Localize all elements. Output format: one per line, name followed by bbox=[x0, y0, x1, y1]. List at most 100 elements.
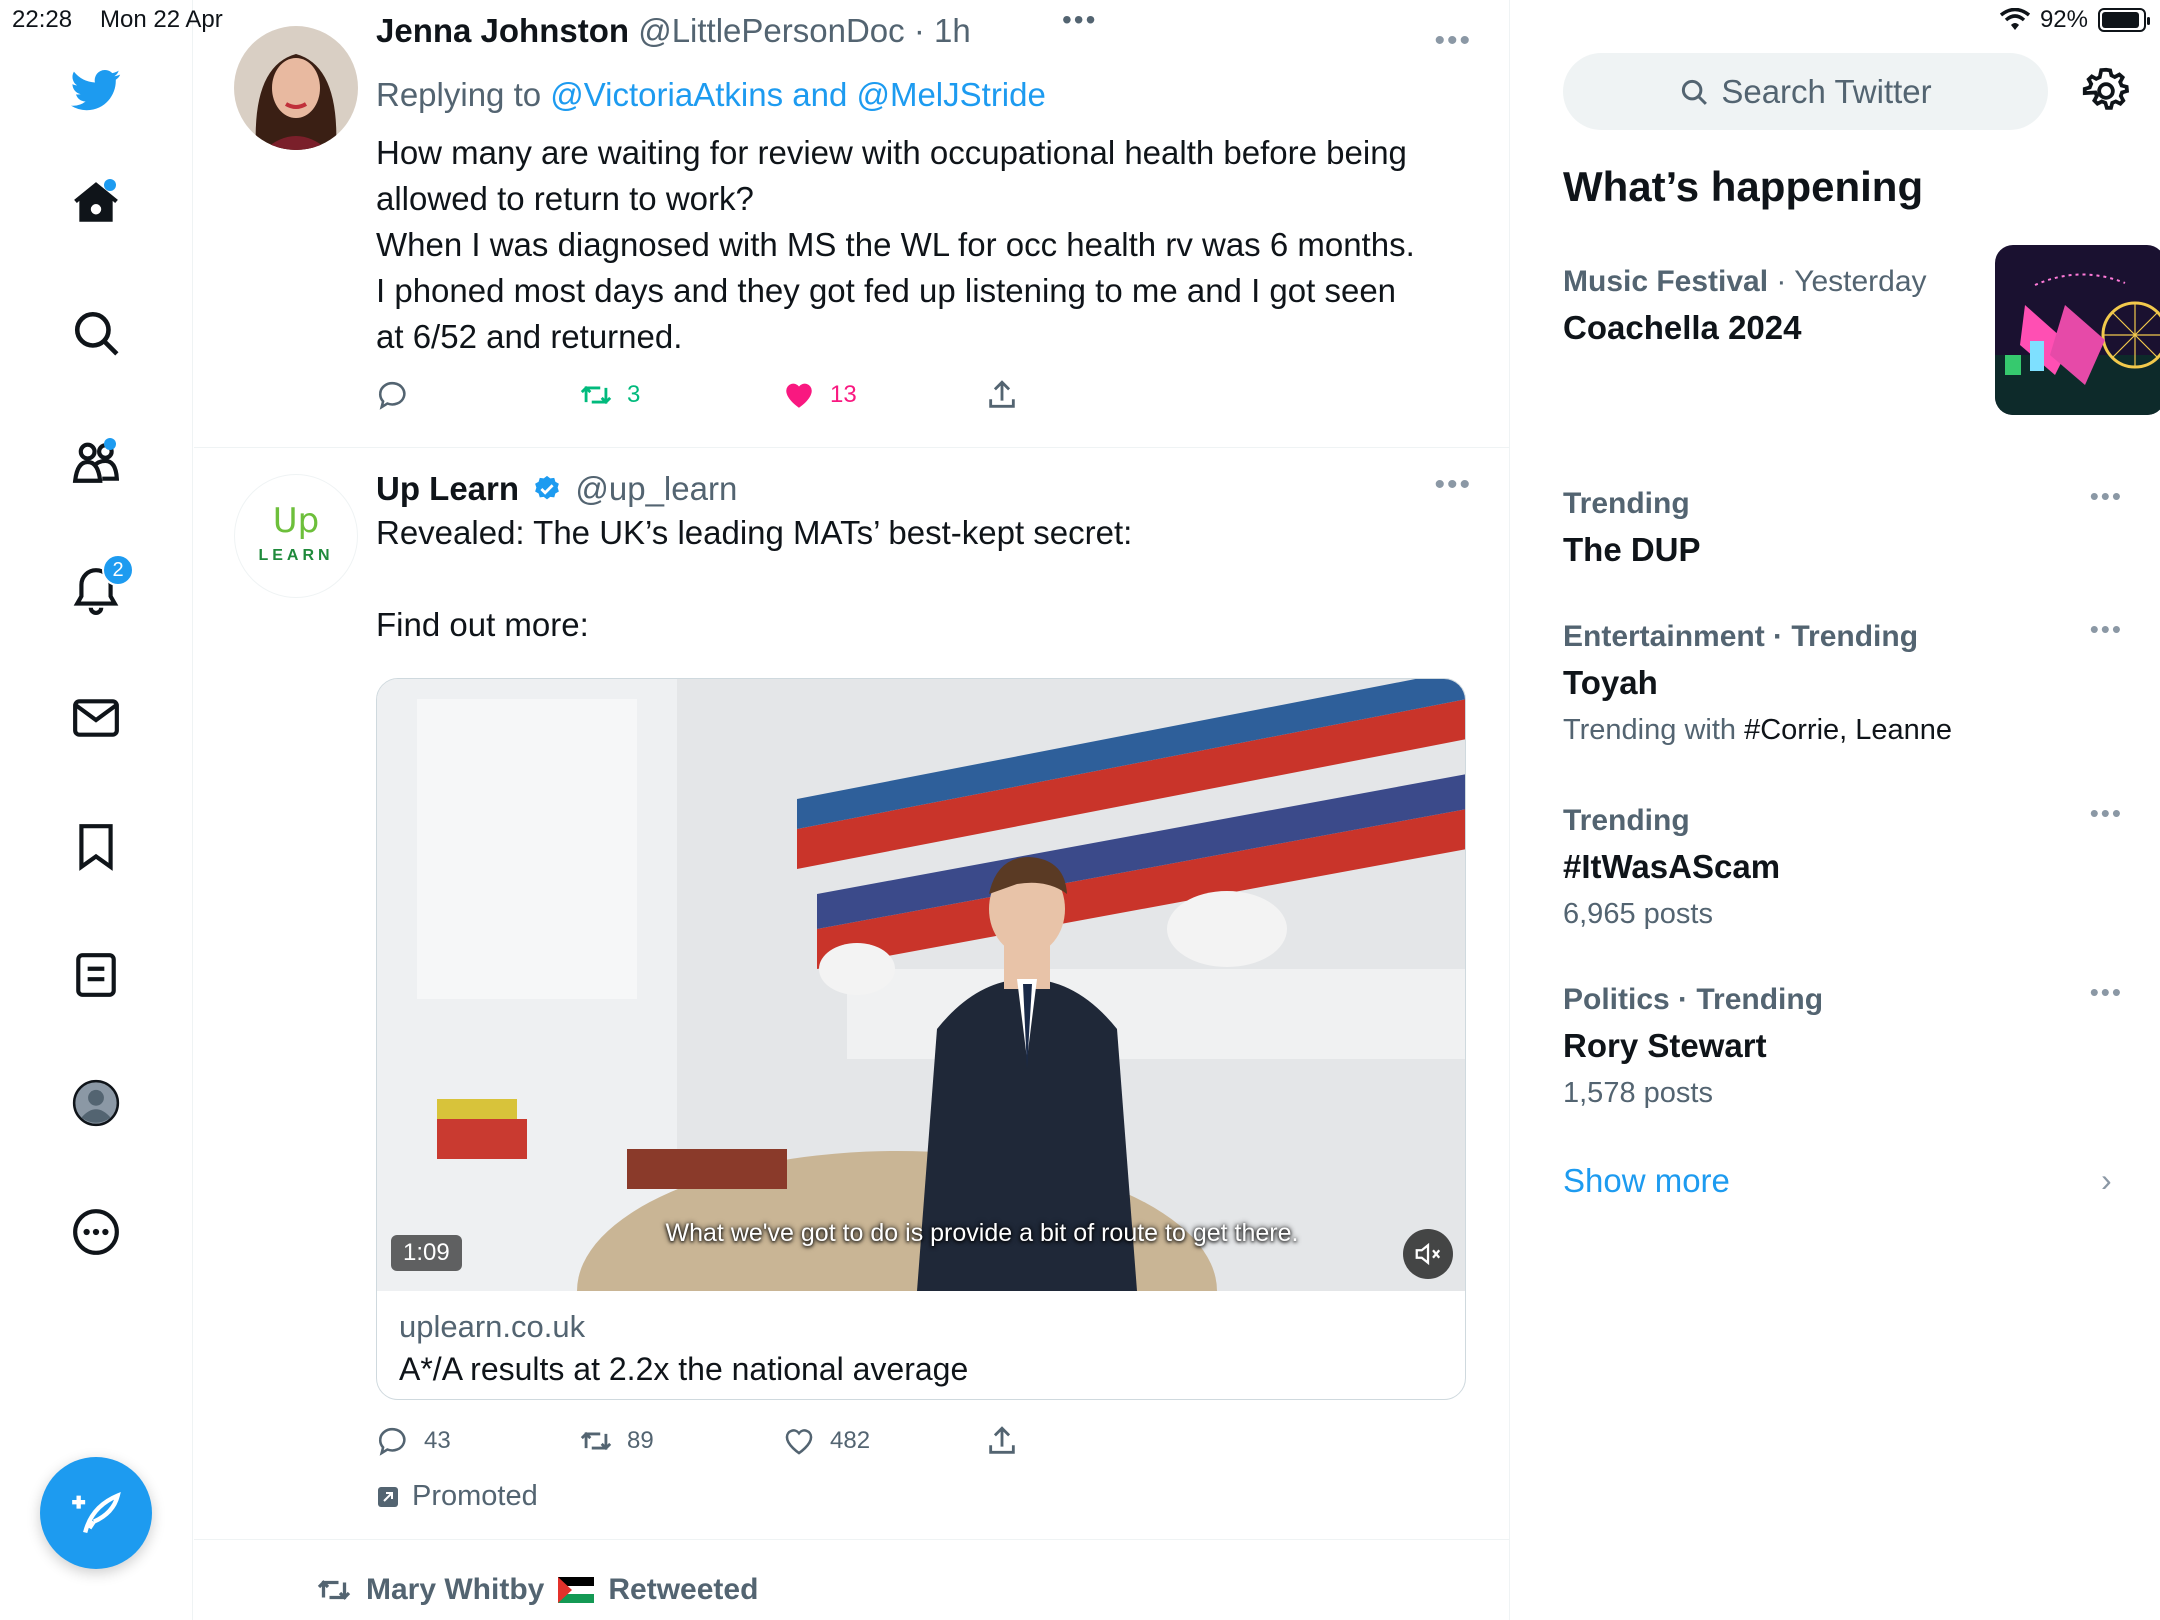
mute-button[interactable] bbox=[1403, 1229, 1453, 1279]
reply-button[interactable] bbox=[376, 378, 579, 412]
like-button[interactable]: 482 bbox=[782, 1424, 985, 1458]
notifications-badge: 2 bbox=[102, 554, 134, 586]
like-count: 482 bbox=[830, 1427, 871, 1454]
trend-category: Trending bbox=[1563, 487, 1690, 520]
tweet-text-line: When I was diagnosed with MS the WL for … bbox=[376, 226, 1415, 263]
trend-item[interactable]: Entertainment · Trending Toyah Trending … bbox=[1563, 614, 2123, 747]
tweet-up-learn[interactable]: Up LEARN Up Learn @up_learn Revealed: Th… bbox=[194, 448, 1509, 1540]
sidebar: 2 bbox=[0, 0, 193, 1620]
status-date: Mon 22 Apr bbox=[100, 6, 223, 33]
tweet-text-line: I phoned most days and they got fed up l… bbox=[376, 272, 1397, 309]
retweeted-label: Retweeted bbox=[608, 1573, 759, 1606]
replying-to-users[interactable]: @VictoriaAtkins and @MelJStride bbox=[550, 76, 1046, 113]
video-caption: What we've got to do is provide a bit of… bbox=[665, 1219, 1299, 1247]
reply-button[interactable]: 43 bbox=[376, 1424, 579, 1458]
chevron-right-icon[interactable]: › bbox=[2101, 1162, 2112, 1199]
author-handle[interactable]: @up_learn bbox=[575, 470, 737, 507]
search-placeholder: Search Twitter bbox=[1721, 72, 1932, 110]
tweet-actions: 43 89 482 bbox=[376, 1424, 1188, 1458]
trend-more-icon[interactable]: ••• bbox=[2090, 481, 2123, 512]
settings-gear-icon[interactable] bbox=[2081, 66, 2131, 116]
avatar-logo-bottom: LEARN bbox=[258, 547, 334, 564]
tweet-header: Up Learn @up_learn bbox=[376, 470, 1466, 508]
multitasking-dots-icon[interactable]: ••• bbox=[1062, 4, 1097, 36]
author-name[interactable]: Up Learn bbox=[376, 470, 519, 507]
trend-more-icon[interactable]: ••• bbox=[2090, 798, 2123, 829]
search-input[interactable]: Search Twitter bbox=[1563, 53, 2048, 130]
retweet-banner[interactable]: Mary Whitby Retweeted bbox=[316, 1572, 758, 1608]
retweet-icon bbox=[317, 1580, 351, 1600]
trend-post-count: 1,578 posts bbox=[1563, 1077, 1713, 1109]
notifications-icon[interactable]: 2 bbox=[66, 554, 134, 620]
twitter-bird-icon[interactable] bbox=[66, 60, 126, 120]
battery-percent: 92% bbox=[2039, 6, 2088, 33]
trend-category: Trending bbox=[1563, 804, 1690, 837]
compose-tweet-button[interactable] bbox=[40, 1457, 152, 1569]
promoted-label[interactable]: Promoted bbox=[376, 1480, 538, 1513]
like-count: 13 bbox=[830, 381, 857, 408]
search-icon[interactable] bbox=[66, 303, 126, 363]
trend-item[interactable]: Trending The DUP ••• bbox=[1563, 481, 2123, 569]
lists-icon[interactable] bbox=[66, 945, 126, 1005]
retweet-button[interactable]: 3 bbox=[579, 378, 782, 412]
trend-subtitle-tags: #Corrie, Leanne bbox=[1744, 714, 1953, 746]
video-duration: 1:09 bbox=[391, 1235, 462, 1271]
reply-icon bbox=[378, 1427, 406, 1456]
trend-more-icon[interactable]: ••• bbox=[2090, 614, 2123, 645]
tweet-actions: 3 13 bbox=[376, 378, 1188, 412]
timeline: Jenna Johnston @LittlePersonDoc · 1h •••… bbox=[194, 0, 1510, 1620]
profile-icon[interactable] bbox=[66, 1073, 126, 1133]
trend-post-count: 6,965 posts bbox=[1563, 898, 1713, 930]
retweet-button[interactable]: 89 bbox=[579, 1424, 782, 1458]
retweeter-name[interactable]: Mary Whitby bbox=[366, 1573, 544, 1607]
reply-icon bbox=[378, 381, 406, 410]
video-frame bbox=[377, 679, 1465, 1399]
trend-item[interactable]: Trending #ItWasAScam 6,965 posts ••• bbox=[1563, 798, 2123, 931]
trend-thumbnail[interactable] bbox=[1995, 245, 2160, 415]
show-more-link[interactable]: Show more bbox=[1563, 1162, 1730, 1200]
trend-item[interactable]: Music Festival · Yesterday Coachella 202… bbox=[1563, 245, 2160, 415]
status-bar: 22:28 Mon 22 Apr ••• 92% bbox=[0, 0, 2160, 40]
trend-item[interactable]: Politics · Trending Rory Stewart 1,578 p… bbox=[1563, 977, 2123, 1110]
trend-category-label: Music Festival bbox=[1563, 265, 1769, 298]
tweet-jenna-johnston[interactable]: Jenna Johnston @LittlePersonDoc · 1h •••… bbox=[194, 0, 1509, 448]
trend-more-icon[interactable]: ••• bbox=[2090, 977, 2123, 1008]
trend-name: Toyah bbox=[1563, 664, 1658, 701]
tweet-more-icon[interactable]: ••• bbox=[1434, 468, 1472, 502]
avatar[interactable]: Up LEARN bbox=[234, 474, 358, 598]
verified-badge-icon bbox=[535, 475, 560, 500]
replying-prefix: Replying to bbox=[376, 76, 551, 113]
avatar[interactable] bbox=[234, 26, 358, 150]
battery-icon bbox=[2098, 8, 2150, 32]
messages-icon[interactable] bbox=[66, 688, 126, 748]
home-icon[interactable] bbox=[66, 173, 126, 233]
more-icon[interactable] bbox=[66, 1202, 126, 1262]
tweet-text-line: allowed to return to work? bbox=[376, 180, 754, 217]
replying-to: Replying to @VictoriaAtkins and @MelJStr… bbox=[376, 72, 1466, 118]
tweet-text: How many are waiting for review with occ… bbox=[376, 130, 1466, 360]
flag-icon bbox=[558, 1577, 595, 1603]
link-card[interactable]: What we've got to do is provide a bit of… bbox=[376, 678, 1466, 1400]
trend-name: Rory Stewart bbox=[1563, 1027, 1767, 1064]
trend-subtitle: Trending with #Corrie, Leanne bbox=[1563, 714, 2123, 747]
card-title: A*/A results at 2.2x the national averag… bbox=[399, 1351, 969, 1387]
bookmarks-icon[interactable] bbox=[66, 816, 126, 876]
tweet-text-line: Find out more: bbox=[376, 606, 589, 643]
retweet-count: 89 bbox=[627, 1427, 654, 1454]
communities-icon[interactable] bbox=[66, 432, 126, 492]
share-button[interactable] bbox=[985, 1424, 1188, 1458]
video-player[interactable]: What we've got to do is provide a bit of… bbox=[377, 679, 1465, 1399]
share-button[interactable] bbox=[985, 378, 1188, 412]
tweet-text-line: Revealed: The UK’s leading MATs’ best-ke… bbox=[376, 514, 1133, 551]
promoted-icon bbox=[378, 1486, 398, 1507]
like-button[interactable]: 13 bbox=[782, 378, 985, 412]
trend-name: The DUP bbox=[1563, 531, 1701, 568]
compose-icon bbox=[72, 1492, 121, 1534]
share-icon bbox=[989, 1426, 1015, 1454]
status-time: 22:28 bbox=[12, 6, 73, 33]
wifi-icon bbox=[1999, 8, 2030, 30]
tweet-text-line: How many are waiting for review with occ… bbox=[376, 134, 1407, 171]
tweet-body: Up Learn @up_learn Revealed: The UK’s le… bbox=[376, 470, 1466, 648]
trend-category: Politics · Trending bbox=[1563, 983, 1824, 1016]
status-indicators: 92% bbox=[1999, 6, 2150, 34]
